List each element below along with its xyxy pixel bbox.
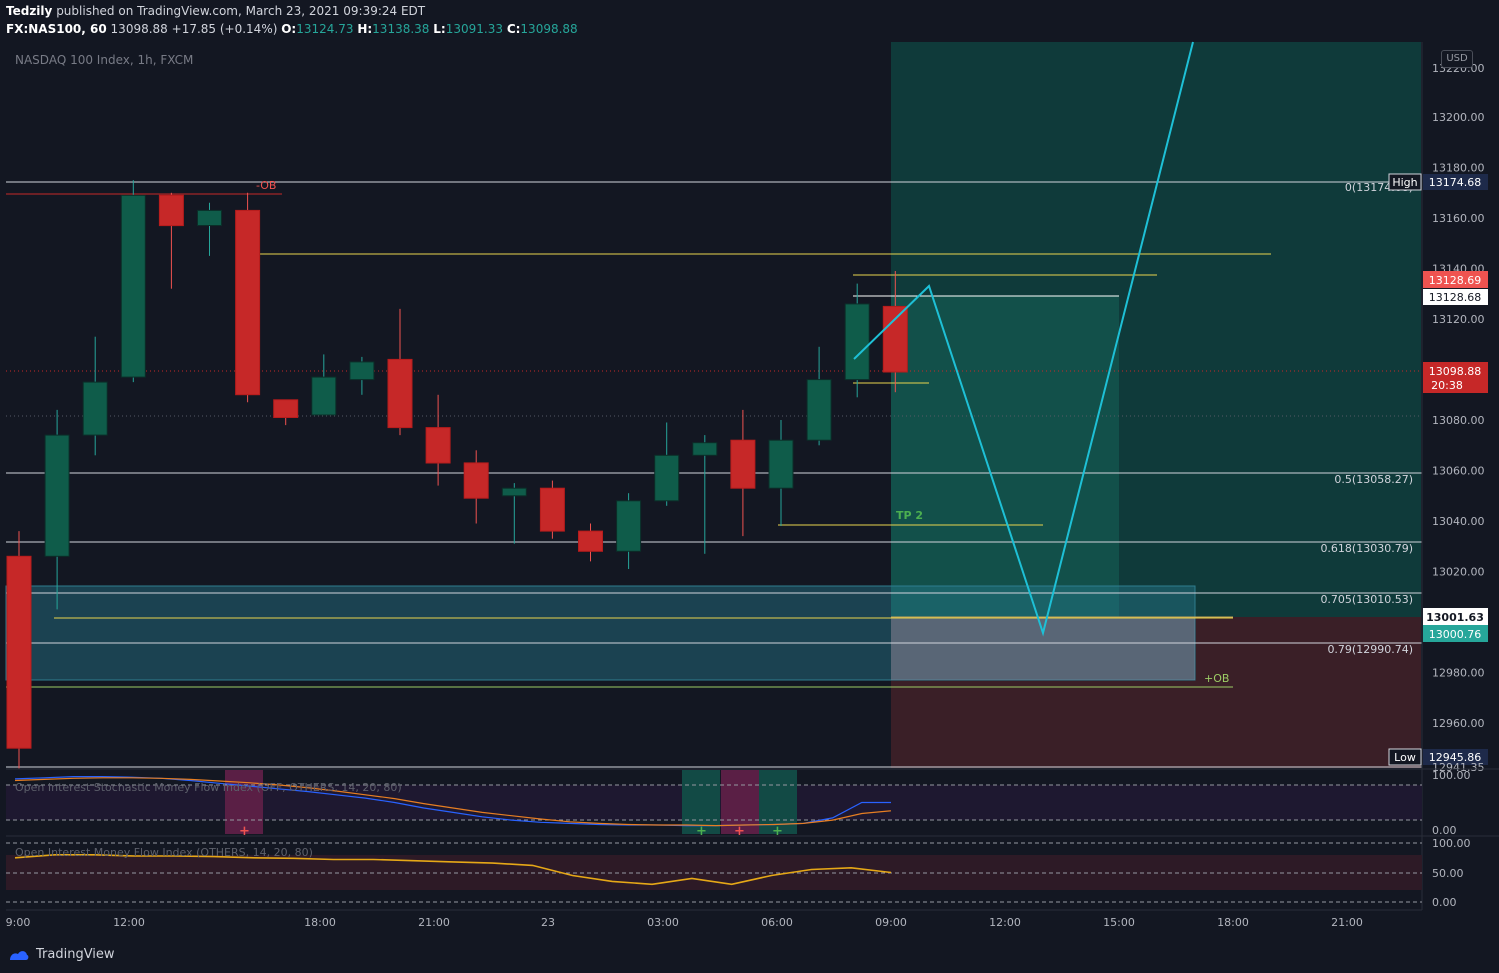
- price-tick: 13120.00: [1432, 313, 1485, 326]
- candle-body: [311, 376, 337, 416]
- candle-body: [44, 434, 70, 557]
- candle-body: [158, 194, 184, 227]
- current-price-value: 13098.88: [1429, 365, 1482, 378]
- candle-body: [692, 442, 718, 456]
- time-tick: 21:00: [418, 916, 450, 929]
- mfi-tick-50: 50.00: [1432, 867, 1464, 880]
- candle-body: [654, 454, 680, 502]
- mfi-indicator-title[interactable]: Open Interest Money Flow Index (OTHERS, …: [15, 846, 313, 859]
- brand-name: TradingView: [36, 947, 115, 962]
- candle[interactable]: [539, 480, 565, 539]
- candle[interactable]: [235, 192, 261, 403]
- red-price-tag-value: 13128.69: [1429, 274, 1482, 287]
- candle-body: [501, 487, 527, 497]
- sell-signal-1: +: [239, 824, 250, 839]
- buy-signal-2: +: [772, 824, 783, 839]
- buy-signal-1: +: [696, 824, 707, 839]
- chart-legend-title[interactable]: NASDAQ 100 Index, 1h, FXCM: [15, 53, 193, 67]
- candle-body: [120, 194, 146, 378]
- candle-body: [539, 487, 565, 532]
- time-tick: 06:00: [761, 916, 793, 929]
- price-tick: 13060.00: [1432, 465, 1485, 478]
- tradingview-brand[interactable]: TradingView: [8, 947, 115, 962]
- candle[interactable]: [6, 531, 32, 769]
- time-tick: 9:00: [6, 916, 31, 929]
- time-tick: 12:00: [989, 916, 1021, 929]
- time-tick: 23: [541, 916, 555, 929]
- candle-body: [197, 209, 222, 226]
- stoch-tick-100: 100.00: [1432, 769, 1471, 782]
- candle[interactable]: [120, 180, 146, 383]
- candle-body: [463, 462, 489, 499]
- footer: TradingView: [0, 936, 1499, 973]
- stoch-indicator-title[interactable]: Open Interest Stochastic Money Flow Inde…: [15, 781, 402, 794]
- candle-body: [844, 303, 870, 381]
- white-price-tag-value: 13128.68: [1429, 291, 1482, 304]
- high-tag-label: High: [1392, 176, 1417, 189]
- time-tick: 09:00: [875, 916, 907, 929]
- candle-body: [235, 209, 261, 396]
- currency-button[interactable]: USD: [1441, 50, 1473, 68]
- candle-body: [616, 500, 642, 552]
- tag-13000-value: 13000.76: [1429, 628, 1482, 641]
- time-tick: 15:00: [1103, 916, 1135, 929]
- time-tick: 03:00: [647, 916, 679, 929]
- price-tick: 13200.00: [1432, 111, 1485, 124]
- candle-body: [578, 530, 603, 552]
- candle-body: [425, 427, 451, 464]
- price-tick: 12960.00: [1432, 717, 1485, 730]
- minus-ob-label: -OB: [256, 179, 276, 192]
- fib-label-05: 0.5(13058.27): [1334, 473, 1413, 486]
- candle-body: [6, 555, 32, 749]
- price-tick: 12980.00: [1432, 667, 1485, 680]
- tp2-label: TP 2: [896, 509, 923, 522]
- target-inner-zone: [891, 296, 1119, 617]
- stoch-tick-0: 0.00: [1432, 824, 1457, 837]
- chart-canvas[interactable]: -OB +OB TP 2 0(13174.68) 0.5(13058.27) 0…: [0, 0, 1499, 973]
- candle-body: [82, 381, 108, 436]
- candle-body: [730, 439, 756, 489]
- price-tick: 13080.00: [1432, 414, 1485, 427]
- time-tick: 18:00: [1217, 916, 1249, 929]
- high-tag-value: 13174.68: [1429, 176, 1482, 189]
- plus-ob-label: +OB: [1204, 672, 1229, 685]
- time-tick: 18:00: [304, 916, 336, 929]
- candle-body: [882, 305, 908, 373]
- fib-label-0618: 0.618(13030.79): [1320, 542, 1413, 555]
- overlap-zone: [891, 617, 1195, 680]
- tradingview-logo-icon: [10, 950, 29, 960]
- candle-body: [349, 361, 375, 381]
- price-tick: 13180.00: [1432, 162, 1485, 175]
- mfi-tick-0: 0.00: [1432, 896, 1457, 909]
- low-tag-label: Low: [1394, 751, 1416, 764]
- sell-signal-2: +: [734, 824, 745, 839]
- fib-label-0705: 0.705(13010.53): [1320, 593, 1413, 606]
- time-tick: 12:00: [113, 916, 145, 929]
- time-axis[interactable]: 9:00 12:00 18:00 21:00 23 03:00 06:00 09:00 12:0…: [6, 916, 1363, 929]
- price-tick: 13160.00: [1432, 212, 1485, 225]
- bar-countdown: 20:38: [1431, 379, 1463, 392]
- candle-body: [273, 399, 299, 418]
- mfi-tick-100: 100.00: [1432, 837, 1471, 850]
- fib-label-079: 0.79(12990.74): [1327, 643, 1413, 656]
- price-tick: 13040.00: [1432, 515, 1485, 528]
- price-tick: 13020.00: [1432, 566, 1485, 579]
- candle-body: [806, 379, 832, 441]
- candle-body: [387, 358, 413, 429]
- time-tick: 21:00: [1331, 916, 1363, 929]
- tag-13001-value: 13001.63: [1426, 611, 1484, 624]
- candle-body: [768, 439, 794, 489]
